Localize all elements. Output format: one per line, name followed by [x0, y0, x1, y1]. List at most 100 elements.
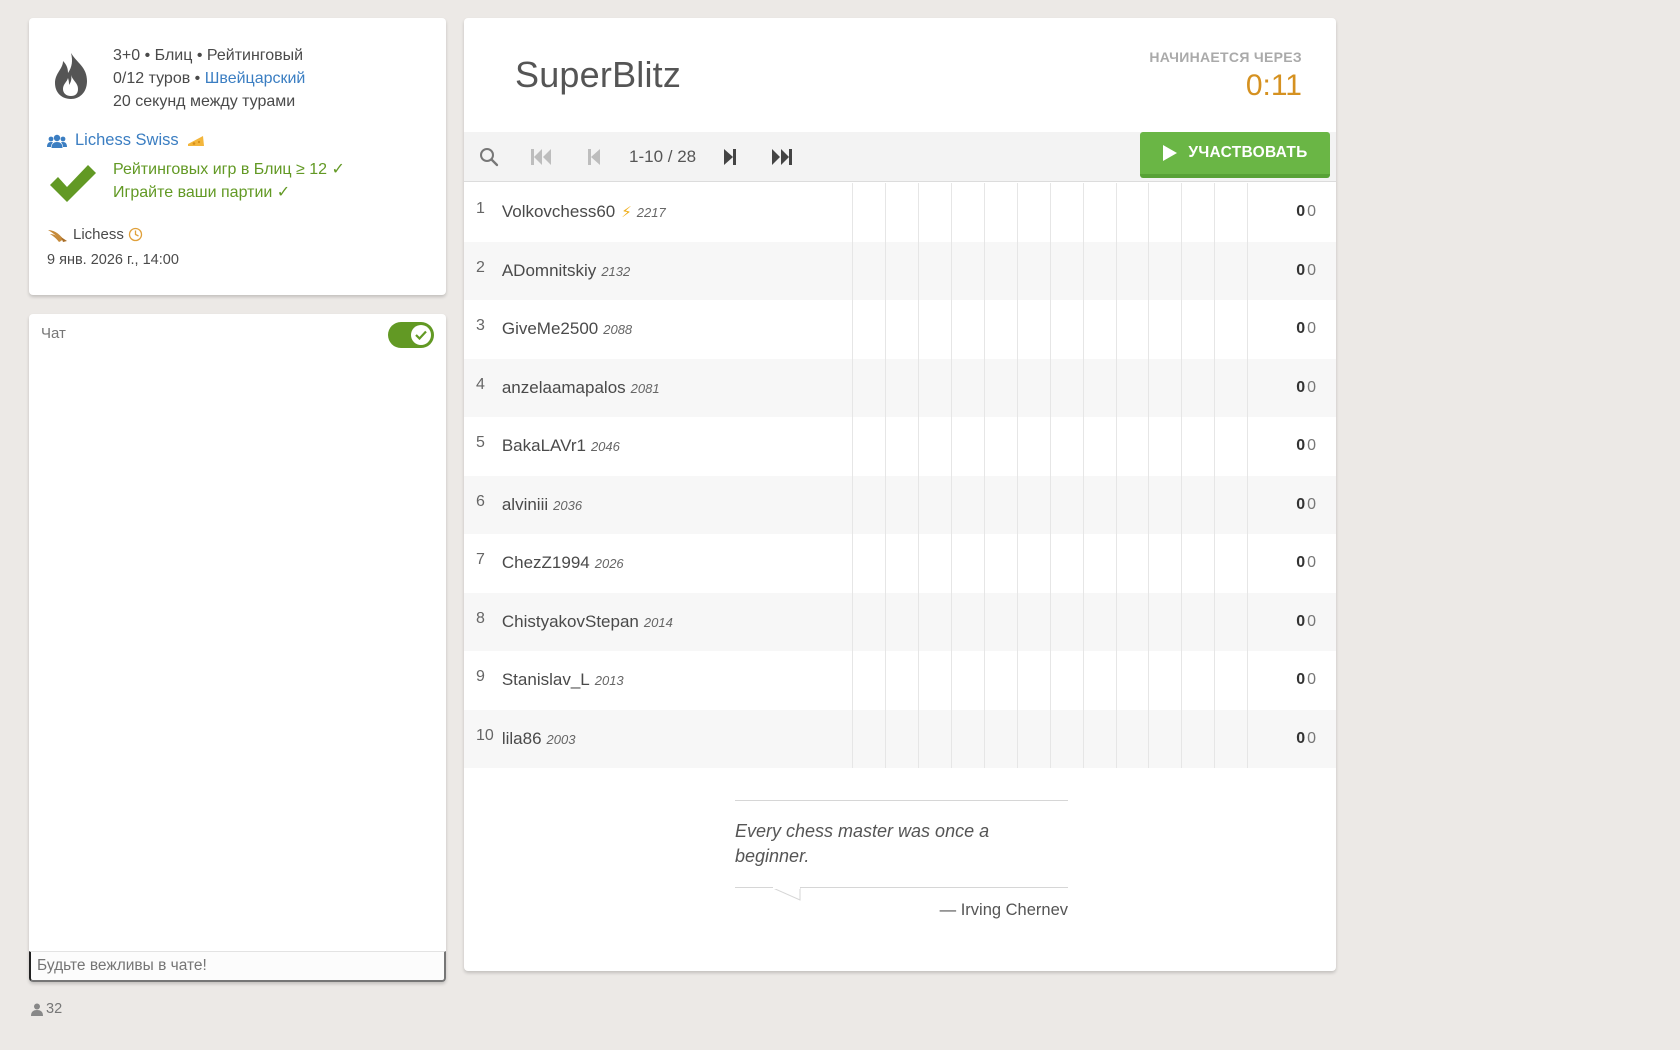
player-cell[interactable]: anzelaamapalos 2081: [502, 359, 853, 418]
round-cell: [1049, 534, 1084, 593]
standings-row[interactable]: 8 ChistyakovStepan 2014 0 0: [464, 592, 1336, 652]
standings-row[interactable]: 3 GiveMe2500 2088 0 0: [464, 300, 1336, 359]
round-cell: [1181, 241, 1215, 300]
round-cell: [1181, 475, 1215, 534]
countdown-label: НАЧИНАЕТСЯ ЧЕРЕЗ: [1149, 49, 1302, 65]
join-button[interactable]: УЧАСТВОВАТЬ: [1140, 132, 1330, 178]
round-cell: [885, 183, 919, 242]
player-name[interactable]: alviniii: [502, 495, 548, 514]
player-cell[interactable]: ChezZ1994 2026: [502, 534, 853, 593]
search-button[interactable]: [474, 132, 504, 182]
round-cell: [983, 358, 1018, 417]
round-cell: [1016, 241, 1051, 300]
player-cell[interactable]: lila86 2003: [502, 710, 853, 769]
player-rank: 5: [476, 434, 485, 451]
creator-name[interactable]: Lichess: [73, 226, 124, 243]
quote-block: Every chess master was once a beginner. …: [735, 800, 1068, 920]
player-score: 0: [1296, 554, 1306, 572]
player-name[interactable]: BakaLAVr1: [502, 436, 586, 455]
round-cell: [1082, 475, 1117, 534]
round-cell: [918, 300, 952, 359]
countdown-timer: 0:11: [1245, 69, 1302, 102]
player-score: 0: [1296, 495, 1306, 513]
round-cell: [885, 358, 919, 417]
toggle-check-icon: [415, 330, 427, 340]
player-name[interactable]: ADomnitskiy: [502, 261, 596, 280]
round-cell: [918, 475, 952, 534]
standings-row[interactable]: 2 ADomnitskiy 2132 0 0: [464, 241, 1336, 301]
round-cell: [1181, 534, 1215, 593]
player-name[interactable]: GiveMe2500: [502, 319, 598, 338]
next-page-button[interactable]: [718, 132, 742, 182]
round-cell: [1016, 709, 1051, 768]
chat-input[interactable]: [29, 951, 446, 982]
round-cell: [1016, 300, 1051, 359]
tournament-main: SuperBlitz НАЧИНАЕТСЯ ЧЕРЕЗ 0:11 1-10 / …: [464, 18, 1336, 971]
round-cell: [983, 534, 1018, 593]
round-cell: [1115, 651, 1149, 710]
play-icon: [1163, 145, 1178, 161]
berserk-icon: ⚡: [621, 204, 632, 222]
round-cell: [852, 300, 886, 359]
player-cell[interactable]: Stanislav_L 2013: [502, 651, 853, 710]
player-name[interactable]: ChistyakovStepan: [502, 612, 639, 631]
player-name[interactable]: ChezZ1994: [502, 553, 590, 572]
standings-row[interactable]: 7 ChezZ1994 2026 0 0: [464, 534, 1336, 593]
round-cell: [1082, 534, 1117, 593]
player-cell[interactable]: GiveMe2500 2088: [502, 300, 853, 359]
round-cell: [1214, 534, 1249, 593]
round-cell: [852, 534, 886, 593]
player-cell[interactable]: ADomnitskiy 2132: [502, 242, 853, 301]
standings-row[interactable]: 1 Volkovchess60 ⚡ 2217 0 0: [464, 183, 1336, 242]
round-cell: [1049, 300, 1084, 359]
round-cell: [950, 300, 985, 359]
player-cell[interactable]: Volkovchess60 ⚡ 2217: [502, 183, 853, 242]
start-date: 9 янв. 2026 г., 14:00: [47, 252, 179, 268]
player-name[interactable]: lila86: [502, 729, 542, 748]
round-cell: [1082, 417, 1117, 476]
first-page-button[interactable]: [526, 132, 556, 182]
round-cell: [1214, 475, 1249, 534]
player-rank: 10: [476, 726, 494, 744]
standings-row[interactable]: 10 lila86 2003 0 0: [464, 709, 1336, 769]
round-cell: [1082, 358, 1117, 417]
player-name[interactable]: Volkovchess60: [502, 202, 615, 221]
player-name[interactable]: Stanislav_L: [502, 670, 590, 689]
player-name[interactable]: anzelaamapalos: [502, 378, 626, 397]
round-cell: [983, 475, 1018, 534]
player-tiebreak: 0: [1307, 554, 1316, 572]
chat-toggle[interactable]: [388, 322, 434, 348]
swiss-system-link[interactable]: Швейцарский: [205, 70, 306, 87]
round-cell: [918, 241, 952, 300]
round-cell: [983, 300, 1018, 359]
standings-row[interactable]: 4 anzelaamapalos 2081 0 0: [464, 358, 1336, 418]
round-cell: [1214, 592, 1249, 651]
player-rating: 2088: [603, 322, 633, 338]
team-line: Lichess Swiss: [47, 131, 205, 150]
round-cell: [1049, 358, 1084, 417]
round-cell: [1016, 651, 1051, 710]
player-tiebreak: 0: [1307, 203, 1316, 221]
round-cell: [1016, 592, 1051, 651]
round-cell: [852, 709, 886, 768]
standings-row[interactable]: 5 BakaLAVr1 2046 0 0: [464, 417, 1336, 476]
round-cell: [1181, 417, 1215, 476]
check-icon: [50, 165, 96, 202]
tournament-setup: 3+0 • Блиц • Рейтинговый 0/12 туров • Шв…: [113, 44, 305, 113]
standings-row[interactable]: 9 Stanislav_L 2013 0 0: [464, 651, 1336, 710]
last-page-button[interactable]: [766, 132, 798, 182]
round-cell: [1082, 183, 1117, 242]
round-cell: [983, 592, 1018, 651]
round-cell: [885, 417, 919, 476]
round-cell: [950, 417, 985, 476]
player-cell[interactable]: alviniii 2036: [502, 476, 853, 535]
player-cell[interactable]: ChistyakovStepan 2014: [502, 593, 853, 652]
round-cell: [950, 183, 985, 242]
team-link[interactable]: Lichess Swiss: [75, 131, 179, 150]
standings-row[interactable]: 6 alviniii 2036 0 0: [464, 475, 1336, 535]
round-cell: [1049, 709, 1084, 768]
round-cell: [1214, 417, 1249, 476]
player-score: 0: [1296, 671, 1306, 689]
player-cell[interactable]: BakaLAVr1 2046: [502, 417, 853, 476]
prev-page-button[interactable]: [582, 132, 606, 182]
